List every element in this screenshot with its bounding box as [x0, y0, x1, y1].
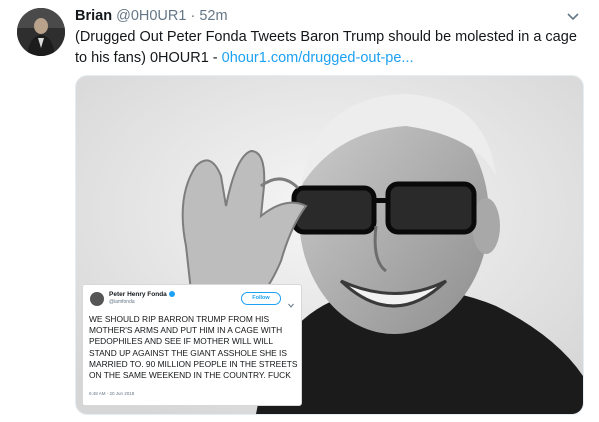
embedded-author-name-text: Peter Henry Fonda — [109, 291, 167, 298]
author-name[interactable]: Brian — [75, 8, 112, 24]
embedded-tweet-card[interactable]: Peter Henry Fonda @iamfonda Follow WE SH… — [82, 284, 302, 406]
embedded-chevron-down-icon — [288, 295, 294, 308]
embedded-author-name: Peter Henry Fonda — [109, 291, 175, 298]
timestamp[interactable]: 52m — [199, 8, 227, 24]
verified-badge-icon — [168, 291, 175, 298]
avatar[interactable] — [17, 8, 65, 56]
embedded-timestamp: 6:48 AM - 20 Jun 2018 — [89, 391, 135, 396]
follow-button: Follow — [241, 292, 281, 305]
tweet-link[interactable]: 0hour1.com/drugged-out-pe... — [222, 50, 414, 66]
embedded-author-handle: @iamfonda — [109, 299, 135, 305]
tweet-text: (Drugged Out Peter Fonda Tweets Baron Tr… — [75, 27, 580, 69]
tweet-header: Brian @0H0UR1 · 52m — [75, 7, 228, 26]
embedded-avatar — [90, 292, 104, 306]
separator: · — [190, 8, 196, 24]
avatar-image — [17, 8, 65, 56]
tweet[interactable]: Brian @0H0UR1 · 52m (Drugged Out Peter F… — [0, 0, 599, 422]
chevron-down-icon[interactable] — [566, 10, 580, 22]
embedded-tweet-text: WE SHOULD RIP BARRON TRUMP FROM HIS MOTH… — [89, 314, 298, 381]
author-handle[interactable]: @0H0UR1 — [116, 8, 186, 24]
tweet-media[interactable]: Peter Henry Fonda @iamfonda Follow WE SH… — [75, 75, 584, 415]
